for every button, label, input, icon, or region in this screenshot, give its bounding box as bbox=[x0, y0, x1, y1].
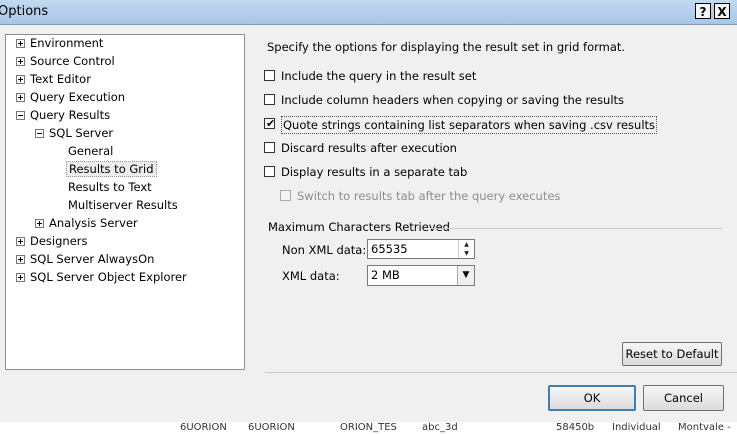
expand-plus-icon[interactable] bbox=[16, 39, 25, 48]
collapse-minus-icon[interactable] bbox=[35, 129, 44, 138]
close-icon: X bbox=[717, 5, 727, 19]
max-chars-group-title: Maximum Characters Retrieved bbox=[268, 220, 450, 234]
tree-item-multiserver-results[interactable]: Multiserver Results bbox=[68, 197, 178, 213]
footer-divider bbox=[265, 372, 737, 373]
expand-plus-icon[interactable] bbox=[16, 93, 25, 102]
non-xml-value[interactable]: 65535 bbox=[371, 241, 408, 257]
tree-item-general[interactable]: General bbox=[68, 143, 113, 159]
expand-plus-icon[interactable] bbox=[16, 237, 25, 246]
help-icon: ? bbox=[699, 5, 707, 19]
spinner-buttons[interactable]: ▲ ▼ bbox=[458, 240, 474, 258]
non-xml-spinner[interactable]: 65535 ▲ ▼ bbox=[367, 239, 475, 259]
cancel-button[interactable]: Cancel bbox=[643, 385, 724, 411]
expand-plus-icon[interactable] bbox=[16, 273, 25, 282]
checkbox[interactable] bbox=[264, 142, 275, 153]
group-divider bbox=[430, 228, 722, 229]
xml-data-select[interactable]: 2 MB ▼ bbox=[367, 265, 475, 286]
xml-label: XML data: bbox=[282, 269, 340, 283]
help-button[interactable]: ? bbox=[695, 3, 711, 19]
grid-cell: ORION_TES bbox=[340, 422, 397, 433]
grid-cell: abc_3d bbox=[422, 422, 458, 433]
grid-cell: 58450b bbox=[556, 422, 595, 433]
grid-cell: 6UORION bbox=[180, 422, 227, 433]
collapse-minus-icon[interactable] bbox=[16, 111, 25, 120]
grid-cell: Montvale - bbox=[678, 422, 731, 433]
title-bar: Options ? X bbox=[0, 0, 737, 25]
checkmark-icon: ✔ bbox=[266, 117, 276, 130]
expand-plus-icon[interactable] bbox=[16, 57, 25, 66]
background-grid-strip: 6UORION 6UORION ORION_TES abc_3d 58450b … bbox=[0, 422, 737, 434]
window-title: Options bbox=[0, 4, 49, 19]
non-xml-label: Non XML data: bbox=[282, 243, 367, 257]
panel-heading: Specify the options for displaying the r… bbox=[267, 40, 626, 54]
tree-item-results-to-grid[interactable]: Results to Grid bbox=[66, 161, 157, 177]
checkbox[interactable] bbox=[264, 94, 275, 105]
checkbox-disabled bbox=[280, 190, 291, 201]
grid-cell: 6UORION bbox=[248, 422, 295, 433]
reset-to-default-button[interactable]: Reset to Default bbox=[622, 342, 722, 366]
spin-up-icon[interactable]: ▲ bbox=[459, 240, 474, 249]
ok-button[interactable]: OK bbox=[548, 385, 636, 411]
expand-plus-icon[interactable] bbox=[16, 255, 25, 264]
expand-plus-icon[interactable] bbox=[35, 219, 44, 228]
grid-cell: Individual bbox=[612, 422, 661, 433]
chevron-down-icon[interactable]: ▼ bbox=[457, 266, 474, 285]
checkbox-checked[interactable]: ✔ bbox=[264, 117, 276, 130]
tree-item-results-to-text[interactable]: Results to Text bbox=[68, 179, 152, 195]
options-tree[interactable]: Environment Source Control Text Editor Q… bbox=[5, 34, 245, 370]
checkbox[interactable] bbox=[264, 166, 275, 177]
xml-data-value: 2 MB bbox=[371, 268, 400, 282]
close-button[interactable]: X bbox=[714, 3, 730, 19]
checkbox[interactable] bbox=[264, 70, 275, 81]
expand-plus-icon[interactable] bbox=[16, 75, 25, 84]
spin-down-icon[interactable]: ▼ bbox=[459, 249, 474, 258]
